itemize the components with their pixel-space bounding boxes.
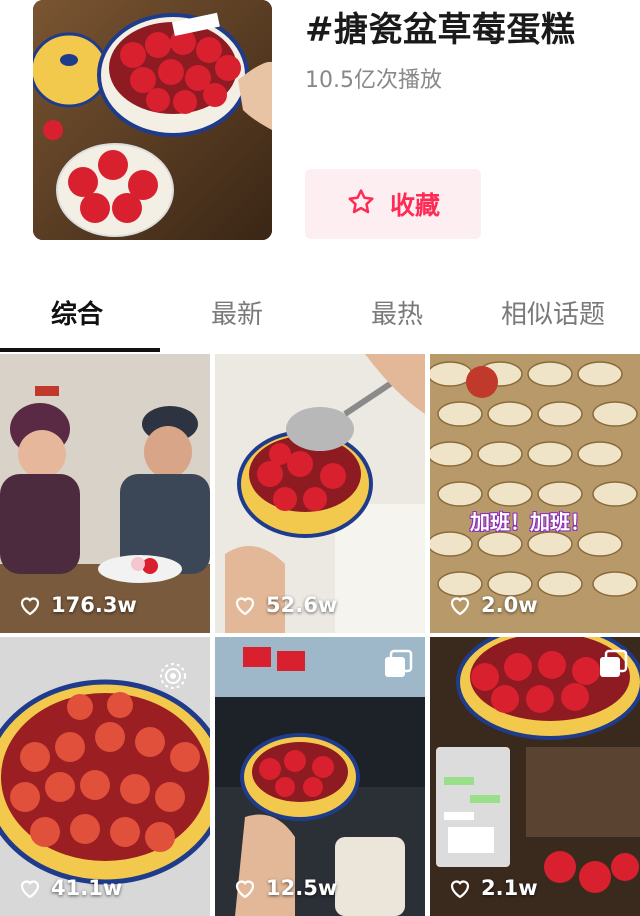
video-thumbnail <box>0 354 210 633</box>
topic-title: #搪瓷盆草莓蛋糕 <box>305 10 576 50</box>
favorite-button[interactable]: 收藏 <box>305 169 481 239</box>
like-count: 52.6w <box>233 593 337 617</box>
tab-hottest[interactable]: 最热 <box>371 294 423 331</box>
video-card[interactable]: 2.1w <box>430 637 640 916</box>
like-count: 2.1w <box>448 876 538 900</box>
play-count: 10.5亿次播放 <box>305 68 442 93</box>
heart-icon <box>20 597 40 616</box>
heart-icon <box>450 880 470 899</box>
video-card[interactable]: 12.5w <box>215 637 425 916</box>
heart-icon <box>20 880 40 899</box>
tab-comprehensive[interactable]: 综合 <box>51 294 103 331</box>
like-count: 2.0w <box>448 593 538 617</box>
tab-latest[interactable]: 最新 <box>211 294 263 331</box>
heart-icon <box>235 880 255 899</box>
heart-icon <box>235 597 255 616</box>
multi-image-icon <box>598 649 628 683</box>
active-tab-indicator <box>0 348 160 352</box>
tab-bar: 综合 最新 最热 相似话题 <box>0 280 640 352</box>
like-count: 41.1w <box>18 876 122 900</box>
heart-icon <box>450 597 470 616</box>
video-card[interactable]: 加班！加班！ 2.0w <box>430 354 640 633</box>
video-thumbnail <box>215 354 425 633</box>
live-icon <box>158 661 188 695</box>
favorite-label: 收藏 <box>389 191 440 220</box>
video-card[interactable]: 176.3w <box>0 354 210 633</box>
topic-cover-image[interactable] <box>33 0 272 240</box>
like-count: 176.3w <box>18 593 137 617</box>
like-count: 12.5w <box>233 876 337 900</box>
video-card[interactable]: 41.1w <box>0 637 210 916</box>
video-overlay-caption: 加班！加班！ <box>470 510 590 534</box>
multi-image-icon <box>383 649 413 683</box>
video-card[interactable]: 52.6w <box>215 354 425 633</box>
tab-similar-topics[interactable]: 相似话题 <box>501 294 605 331</box>
video-thumbnail <box>430 354 640 633</box>
star-icon <box>346 187 376 221</box>
